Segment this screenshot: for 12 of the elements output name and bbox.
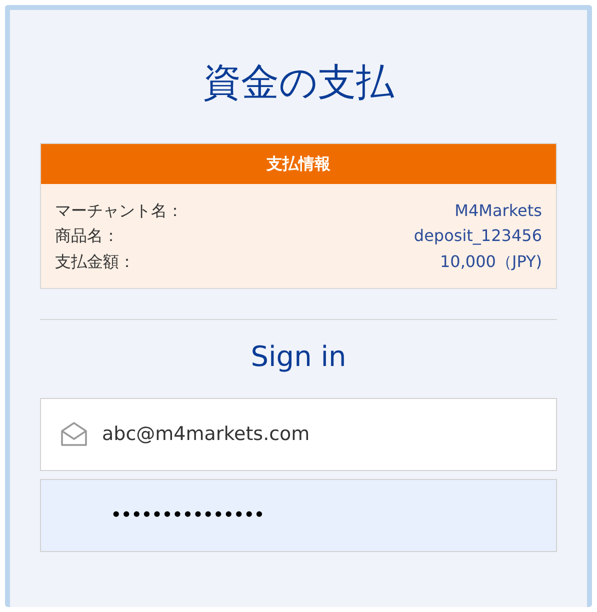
info-value: M4Markets xyxy=(454,200,542,222)
envelope-icon xyxy=(60,421,88,448)
info-label: 支払金額： xyxy=(55,250,135,273)
info-value: deposit_123456 xyxy=(414,225,542,248)
info-value: 10,000（JPY) xyxy=(440,250,542,273)
email-field[interactable]: abc@m4markets.com xyxy=(40,398,557,471)
info-label: マーチャント名： xyxy=(55,200,183,222)
password-field[interactable]: ••••••••••••••• xyxy=(40,478,557,552)
info-label: 商品名： xyxy=(55,225,119,248)
page-title: 資金の支払 xyxy=(202,60,395,106)
payment-info-header: 支払情報 xyxy=(41,144,556,184)
sign-in-heading: Sign in xyxy=(250,340,348,374)
